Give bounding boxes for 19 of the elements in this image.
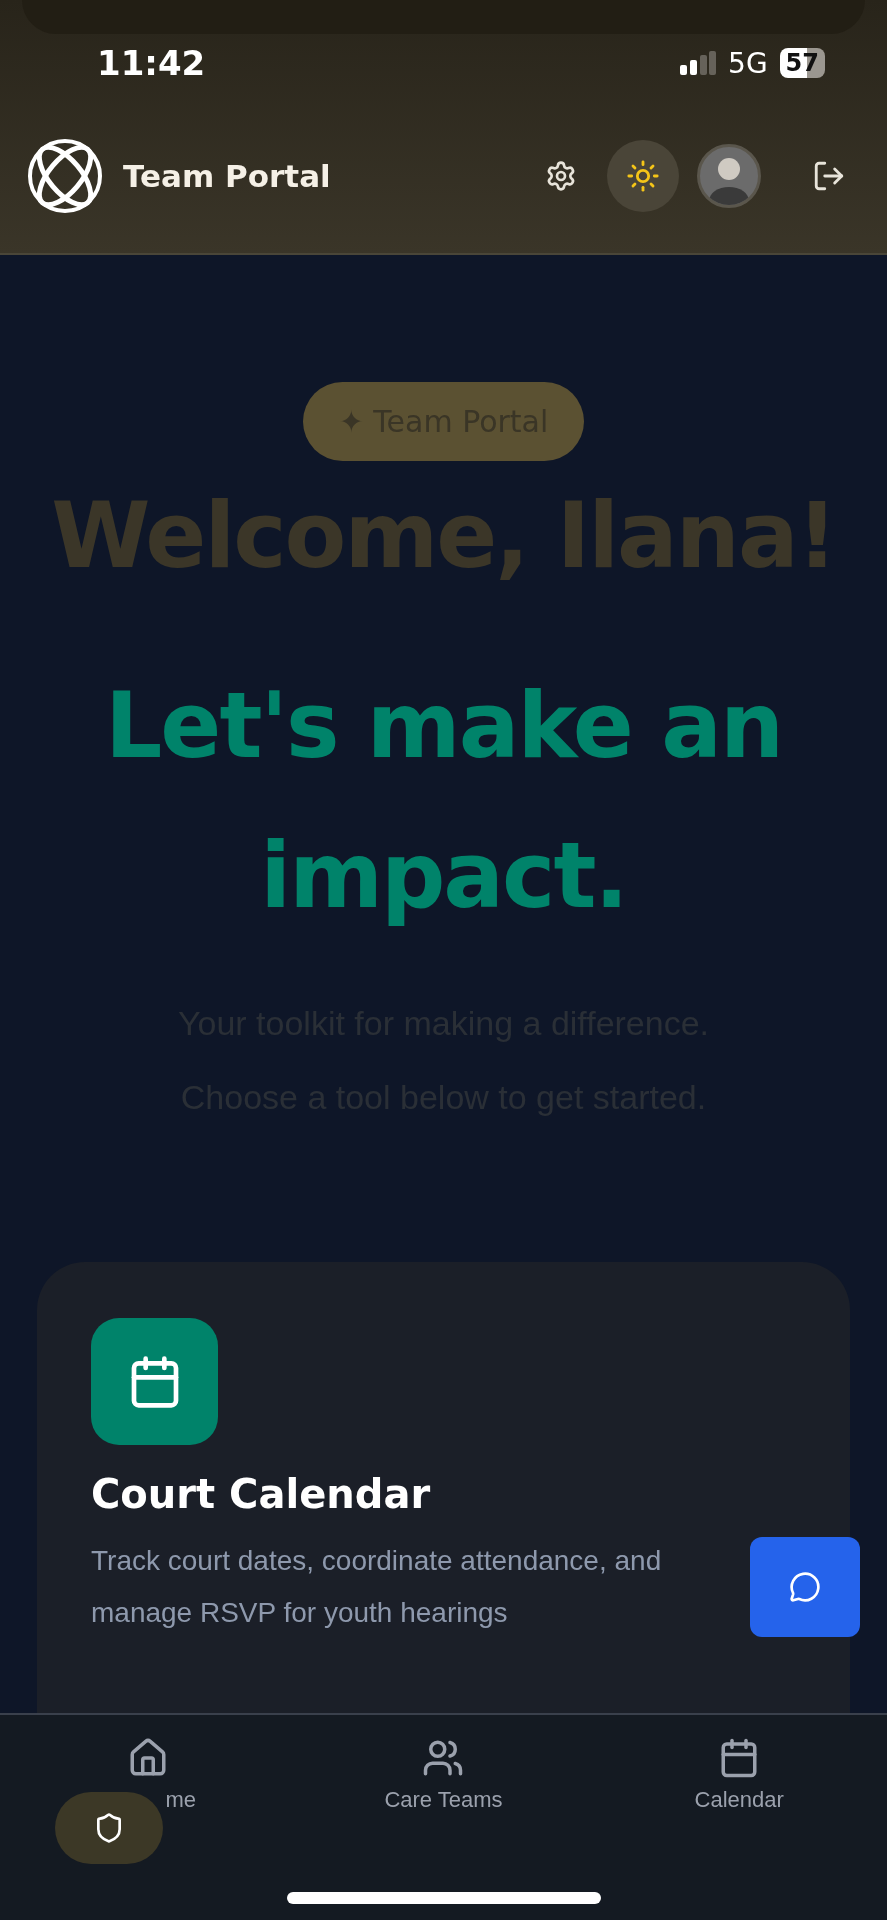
chat-button[interactable] [750, 1537, 860, 1637]
battery-level: 57 [779, 48, 825, 78]
settings-icon [545, 160, 577, 192]
globe-logo-icon [27, 138, 103, 214]
nav-label[interactable]: Calendar [694, 1787, 784, 1813]
card-description: Track court dates, coordinate attendance, and manage RSVP for youth hearings [91, 1544, 663, 1630]
card-title: Court Calendar [91, 1471, 432, 1517]
sun-icon [626, 159, 660, 193]
calendar-icon [91, 1318, 218, 1445]
app-title: Team Portal [123, 158, 331, 194]
nav-label[interactable]: me [165, 1787, 197, 1813]
chat-bubble-icon [789, 1571, 821, 1603]
logout-icon [812, 159, 846, 193]
status-time: 11:42 [97, 43, 206, 83]
network-label: 5G [728, 46, 768, 80]
signal-icon [680, 51, 717, 75]
tool-card[interactable]: Court Calendar Track court dates, coordinate attendance, and manage RSVP for youth hearings [37, 1262, 850, 1713]
nav-label[interactable]: Care Teams [384, 1787, 503, 1813]
impact-headline: Let's make an impact. [104, 672, 783, 930]
